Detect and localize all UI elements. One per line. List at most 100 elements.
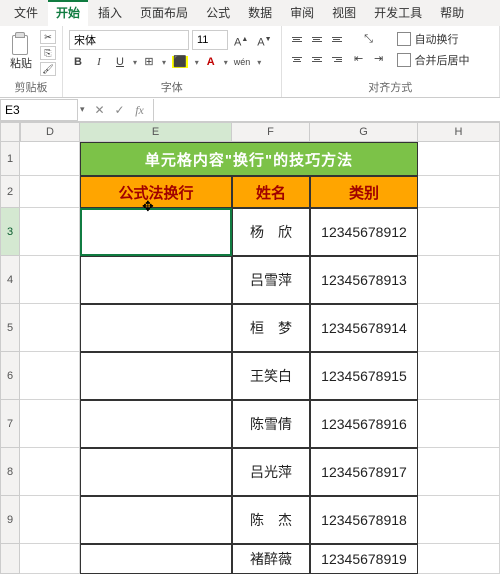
tab-help[interactable]: 帮助 — [432, 0, 472, 26]
cell-header-g[interactable]: 类别 — [310, 176, 418, 208]
cell-f7[interactable]: 陈雪倩 — [232, 400, 310, 448]
cell-f10[interactable]: 褚醉薇 — [232, 544, 310, 574]
cell-f6[interactable]: 王笑白 — [232, 352, 310, 400]
col-header-f[interactable]: F — [232, 122, 310, 142]
cell-h5[interactable] — [418, 304, 500, 352]
row-header-5[interactable]: 5 — [0, 304, 20, 352]
cell-g3[interactable]: 12345678912 — [310, 208, 418, 256]
align-middle-button[interactable] — [308, 30, 326, 48]
borders-button[interactable]: ⊞ — [140, 53, 158, 71]
increase-font-button[interactable]: A▲ — [231, 31, 251, 49]
bold-button[interactable]: B — [69, 53, 87, 71]
cell-d2[interactable] — [20, 176, 80, 208]
cell-h3[interactable] — [418, 208, 500, 256]
cell-h8[interactable] — [418, 448, 500, 496]
row-header-6[interactable]: 6 — [0, 352, 20, 400]
format-painter-button[interactable]: 🖌 — [40, 62, 56, 76]
cell-d1[interactable] — [20, 142, 80, 176]
col-header-h[interactable]: H — [418, 122, 500, 142]
cell-d9[interactable] — [20, 496, 80, 544]
align-bottom-button[interactable] — [328, 30, 346, 48]
align-right-button[interactable] — [328, 50, 346, 68]
cancel-formula-button[interactable]: ✕ — [91, 101, 109, 119]
cell-h1[interactable] — [418, 142, 500, 176]
cell-f4[interactable]: 吕雪萍 — [232, 256, 310, 304]
cell-g10[interactable]: 12345678919 — [310, 544, 418, 574]
decrease-indent-button[interactable]: ⇤ — [350, 50, 368, 68]
enter-formula-button[interactable]: ✓ — [111, 101, 129, 119]
cell-e7[interactable] — [80, 400, 232, 448]
cell-d4[interactable] — [20, 256, 80, 304]
italic-button[interactable]: I — [90, 53, 108, 71]
cell-e8[interactable] — [80, 448, 232, 496]
align-top-button[interactable] — [288, 30, 306, 48]
col-header-g[interactable]: G — [310, 122, 418, 142]
cell-g5[interactable]: 12345678914 — [310, 304, 418, 352]
row-header-4[interactable]: 4 — [0, 256, 20, 304]
cell-d3[interactable] — [20, 208, 80, 256]
cell-d5[interactable] — [20, 304, 80, 352]
row-header-8[interactable]: 8 — [0, 448, 20, 496]
cell-d6[interactable] — [20, 352, 80, 400]
cell-e10[interactable] — [80, 544, 232, 574]
cut-button[interactable]: ✂ — [40, 30, 56, 44]
tab-formula[interactable]: 公式 — [198, 0, 238, 26]
row-header-10[interactable] — [0, 544, 20, 574]
align-left-button[interactable] — [288, 50, 306, 68]
tab-review[interactable]: 审阅 — [282, 0, 322, 26]
tab-insert[interactable]: 插入 — [90, 0, 130, 26]
formula-input[interactable] — [153, 99, 500, 121]
tab-view[interactable]: 视图 — [324, 0, 364, 26]
row-header-3[interactable]: 3 — [0, 208, 20, 256]
merge-center-button[interactable]: 合并后居中 — [394, 51, 473, 69]
cell-h9[interactable] — [418, 496, 500, 544]
cell-h4[interactable] — [418, 256, 500, 304]
cell-g9[interactable]: 12345678918 — [310, 496, 418, 544]
cell-h7[interactable] — [418, 400, 500, 448]
cell-e6[interactable] — [80, 352, 232, 400]
row-header-1[interactable]: 1 — [0, 142, 20, 176]
cell-d7[interactable] — [20, 400, 80, 448]
col-header-e[interactable]: E — [80, 122, 232, 142]
phonetic-button[interactable]: wén — [231, 53, 254, 71]
cell-f9[interactable]: 陈 杰 — [232, 496, 310, 544]
align-center-button[interactable] — [308, 50, 326, 68]
cell-h10[interactable] — [418, 544, 500, 574]
tab-layout[interactable]: 页面布局 — [132, 0, 196, 26]
cell-f5[interactable]: 桓 梦 — [232, 304, 310, 352]
fx-button[interactable]: fx — [131, 101, 149, 119]
decrease-font-button[interactable]: A▼ — [254, 31, 274, 49]
copy-button[interactable]: ⎘ — [40, 46, 56, 60]
fill-color-button[interactable]: ⬛ — [169, 53, 191, 71]
cell-d8[interactable] — [20, 448, 80, 496]
cell-f3[interactable]: 杨 欣 — [232, 208, 310, 256]
row-header-9[interactable]: 9 — [0, 496, 20, 544]
cell-f8[interactable]: 吕光萍 — [232, 448, 310, 496]
cell-e5[interactable] — [80, 304, 232, 352]
font-name-select[interactable] — [69, 30, 189, 50]
row-header-7[interactable]: 7 — [0, 400, 20, 448]
cell-d10[interactable] — [20, 544, 80, 574]
row-header-2[interactable]: 2 — [0, 176, 20, 208]
cell-title[interactable]: 单元格内容"换行"的技巧方法 — [80, 142, 418, 176]
font-size-select[interactable] — [192, 30, 228, 50]
cell-header-e[interactable]: 公式法换行 — [80, 176, 232, 208]
cell-e9[interactable] — [80, 496, 232, 544]
tab-file[interactable]: 文件 — [6, 0, 46, 26]
font-color-button[interactable]: A — [202, 53, 220, 71]
cell-h6[interactable] — [418, 352, 500, 400]
cell-g8[interactable]: 12345678917 — [310, 448, 418, 496]
name-box[interactable] — [0, 99, 78, 121]
col-header-d[interactable]: D — [20, 122, 80, 142]
underline-button[interactable]: U — [111, 53, 129, 71]
paste-button[interactable]: 粘贴 — [6, 30, 36, 72]
cell-header-f[interactable]: 姓名 — [232, 176, 310, 208]
cell-e3[interactable] — [80, 208, 232, 256]
cell-g7[interactable]: 12345678916 — [310, 400, 418, 448]
select-all-corner[interactable] — [0, 122, 20, 142]
cell-h2[interactable] — [418, 176, 500, 208]
cell-g4[interactable]: 12345678913 — [310, 256, 418, 304]
orientation-button[interactable]: ⤡ — [350, 30, 388, 48]
wrap-text-button[interactable]: 自动换行 — [394, 30, 473, 48]
namebox-dropdown-icon[interactable]: ▾ — [80, 104, 85, 115]
